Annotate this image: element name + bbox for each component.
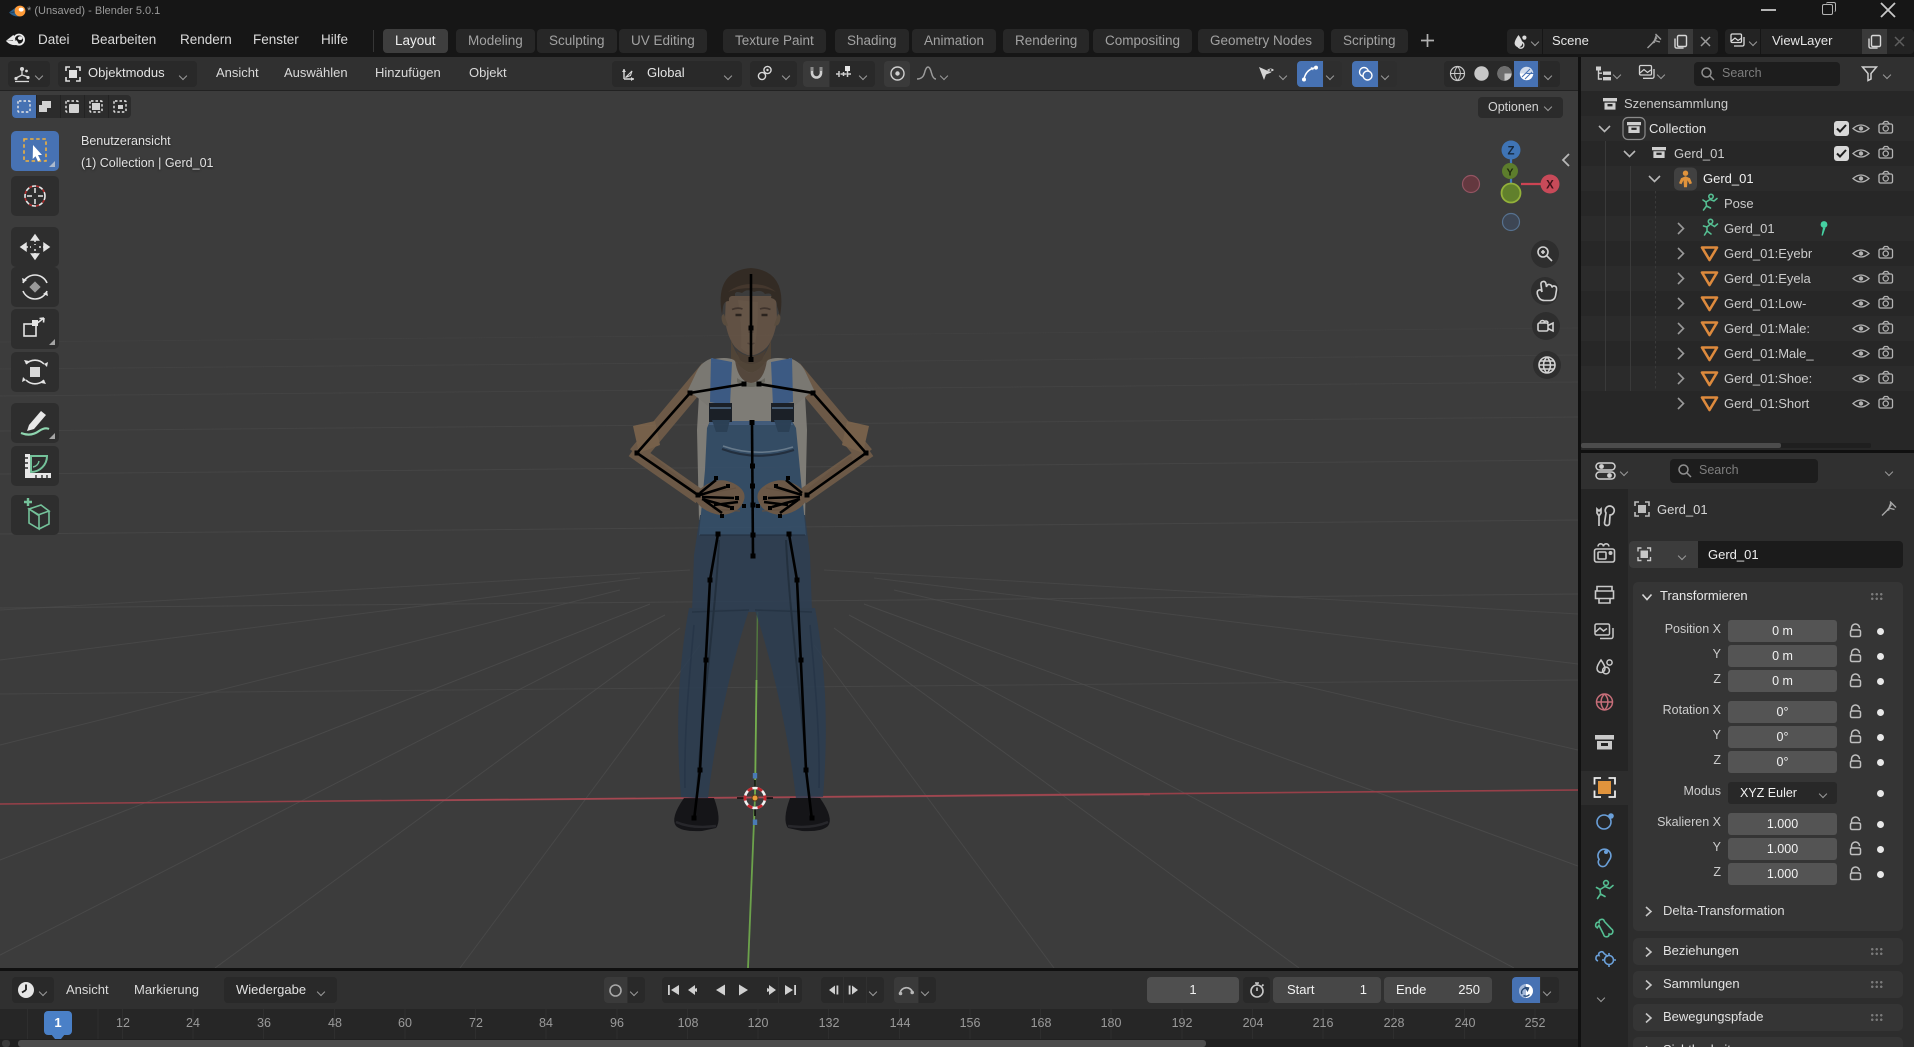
svg-text:Z: Z: [1507, 146, 1514, 158]
svg-text:X: X: [1546, 180, 1554, 192]
svg-text:Y: Y: [1506, 167, 1513, 179]
